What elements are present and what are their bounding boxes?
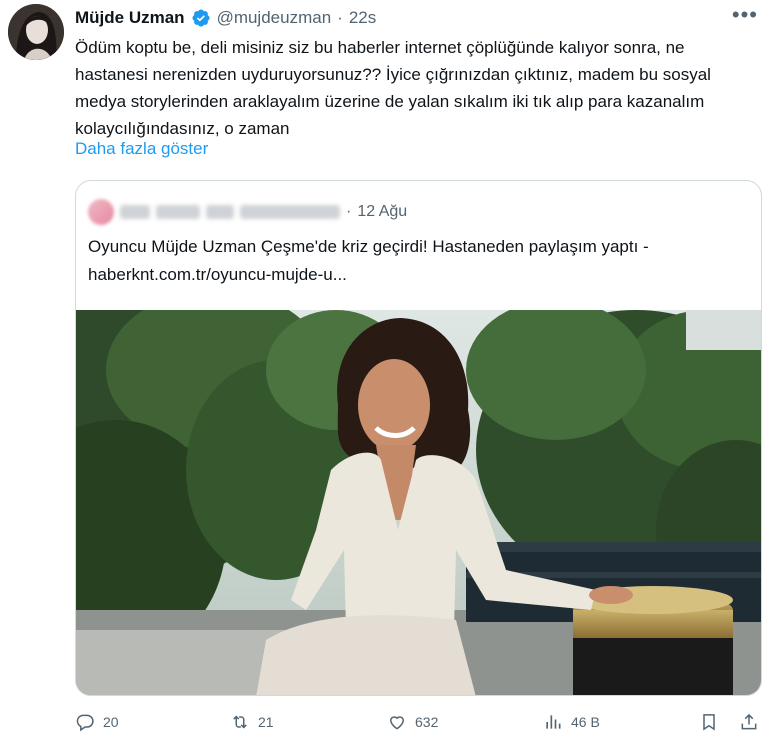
quote-image[interactable]	[76, 310, 761, 695]
reply-button[interactable]: 20	[75, 712, 119, 732]
author-handle[interactable]: @mujdeuzman	[217, 8, 332, 28]
reply-icon	[76, 714, 94, 732]
avatar[interactable]	[8, 4, 64, 60]
like-count: 632	[415, 714, 439, 730]
share-button[interactable]	[739, 712, 759, 732]
tweet: Müjde Uzman @mujdeuzman · 22s ••• Ödüm k…	[0, 0, 770, 743]
blurred-name	[156, 205, 200, 219]
blurred-handle	[240, 205, 340, 219]
more-icon[interactable]: •••	[732, 4, 758, 26]
blurred-name	[206, 205, 234, 219]
woman-photo	[76, 310, 761, 695]
reply-count: 20	[103, 714, 119, 730]
share-icon	[741, 713, 757, 730]
timestamp[interactable]: 22s	[349, 8, 376, 28]
quote-separator-dot: ·	[346, 203, 352, 220]
tweet-text: Ödüm koptu be, deli misiniz siz bu haber…	[75, 38, 711, 138]
quoted-tweet[interactable]: · 12 Ağu Oyuncu Müjde Uzman Çeşme'de kri…	[75, 180, 762, 696]
like-button[interactable]: 632	[387, 712, 438, 732]
author-name[interactable]: Müjde Uzman	[75, 8, 185, 28]
separator-dot: ·	[337, 8, 343, 27]
action-bar: 20 21 632 46 B	[75, 708, 760, 740]
quote-avatar-blurred	[88, 199, 114, 225]
bookmark-button[interactable]	[699, 712, 719, 732]
retweet-button[interactable]: 21	[230, 712, 274, 732]
verified-badge-icon	[192, 9, 210, 27]
view-count: 46 B	[571, 714, 600, 730]
tweet-header: Müjde Uzman @mujdeuzman · 22s	[75, 6, 376, 30]
views-icon	[546, 715, 561, 729]
quote-text: Oyuncu Müjde Uzman Çeşme'de kriz geçirdi…	[88, 237, 649, 284]
retweet-count: 21	[258, 714, 274, 730]
avatar-photo	[8, 4, 64, 60]
like-icon	[389, 716, 405, 730]
quote-timestamp: 12 Ağu	[357, 203, 408, 220]
show-more-link[interactable]: Daha fazla göster	[75, 139, 208, 159]
blurred-name	[120, 205, 150, 219]
quote-header: · 12 Ağu	[88, 199, 407, 225]
views-button[interactable]: 46 B	[543, 712, 600, 732]
bookmark-icon	[703, 714, 715, 731]
retweet-icon	[233, 715, 247, 729]
